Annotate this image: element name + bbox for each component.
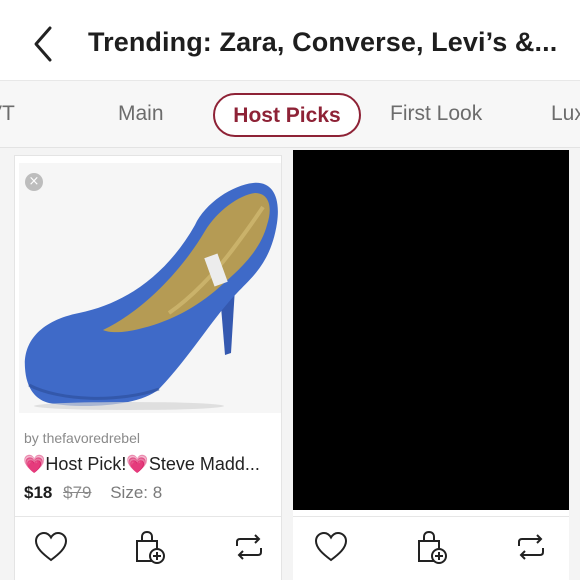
share-repeat-icon xyxy=(236,534,262,560)
listing-image[interactable]: × xyxy=(19,163,281,413)
share-repeat-icon xyxy=(518,534,544,560)
size-label: Size: 8 xyxy=(110,483,163,502)
back-button[interactable] xyxy=(26,22,62,66)
chevron-left-icon xyxy=(34,26,52,62)
tab-vt[interactable]: VT xyxy=(0,93,15,137)
tab-bar: VT Main Host Picks First Look Lux xyxy=(0,80,580,148)
price-row: $18 $79 Size: 8 xyxy=(24,483,162,503)
tab-lux[interactable]: Lux xyxy=(551,93,580,137)
price: $18 xyxy=(24,483,53,502)
listing-card[interactable] xyxy=(293,150,569,580)
heart-icon xyxy=(34,531,68,562)
share-button[interactable] xyxy=(231,529,267,565)
top-header: Trending: Zara, Converse, Levi’s &... xyxy=(0,0,580,80)
seller-name[interactable]: by thefavoredrebel xyxy=(24,430,140,446)
share-button[interactable] xyxy=(513,529,549,565)
shopping-bag-plus-icon xyxy=(136,530,165,564)
tab-first-look[interactable]: First Look xyxy=(390,93,482,137)
action-bar xyxy=(293,516,569,580)
listing-card[interactable]: × by thefavoredrebel 💗Host Pick!💗Steve M… xyxy=(14,155,282,580)
page-title: Trending: Zara, Converse, Levi’s &... xyxy=(88,27,558,57)
listing-title[interactable]: 💗Host Pick!💗Steve Madd... xyxy=(23,454,279,475)
like-button[interactable] xyxy=(313,529,349,565)
original-price: $79 xyxy=(63,483,92,502)
bundle-button[interactable] xyxy=(413,529,449,565)
close-icon[interactable]: × xyxy=(25,173,43,191)
heart-icon xyxy=(314,531,348,562)
bundle-button[interactable] xyxy=(131,529,167,565)
shopping-bag-plus-icon xyxy=(418,530,447,564)
like-button[interactable] xyxy=(33,529,69,565)
blue-suede-pump-image xyxy=(24,182,278,410)
listing-image[interactable] xyxy=(293,150,569,510)
tab-main[interactable]: Main xyxy=(118,93,164,137)
tab-host-picks[interactable]: Host Picks xyxy=(213,93,361,137)
action-bar xyxy=(15,516,281,580)
